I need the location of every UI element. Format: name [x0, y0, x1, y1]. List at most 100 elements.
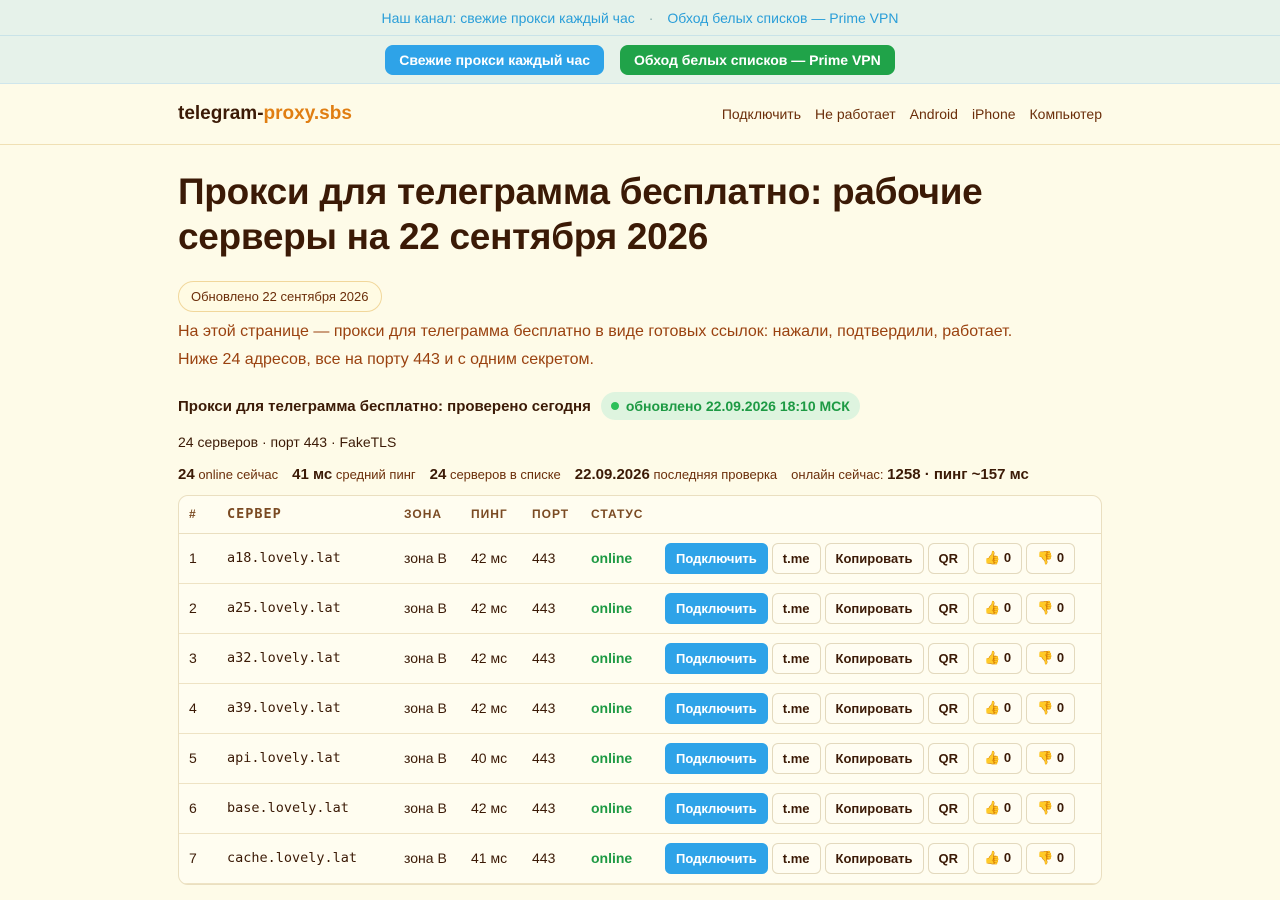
- status-badge-text: обновлено 22.09.2026 18:10 МСК: [625, 398, 850, 414]
- server-ping: 42 мс: [471, 633, 532, 684]
- tme-link-button[interactable]: t.me: [771, 692, 821, 724]
- server-zone: зона B: [404, 633, 471, 684]
- row-actions: Подключить t.me Копировать QR 👍 0 👎 0: [665, 533, 1101, 584]
- server-host: cache.lovely.lat: [227, 833, 404, 884]
- qr-button[interactable]: QR: [927, 592, 970, 624]
- connect-button[interactable]: Подключить: [665, 542, 768, 574]
- thumbs-up-button[interactable]: 👍 0: [973, 542, 1023, 574]
- server-status: online: [591, 783, 665, 834]
- server-ping: 40 мс: [471, 733, 532, 784]
- copy-button[interactable]: Копировать: [824, 642, 924, 674]
- connect-button[interactable]: Подключить: [665, 742, 768, 774]
- table-row: 3 a32.lovely.lat зона B 42 мс 443 online Подкл…: [179, 633, 1101, 684]
- status-dot-icon: [610, 402, 619, 410]
- table-row: 6 base.lovely.lat зона B 42 мс 443 online Подк…: [179, 783, 1101, 834]
- col-server: СЕРВЕР: [227, 496, 404, 534]
- tme-link-button[interactable]: t.me: [771, 842, 821, 874]
- servers-table: # СЕРВЕР ЗОНА ПИНГ ПОРТ СТАТУС 1 a18.love…: [178, 495, 1102, 885]
- site-header: telegram-proxy.sbs Подключить Не работае…: [0, 84, 1280, 145]
- server-host: a25.lovely.lat: [227, 583, 404, 634]
- row-actions: Подключить t.me Копировать QR 👍 0 👎 0: [665, 833, 1101, 884]
- tme-link-button[interactable]: t.me: [771, 542, 821, 574]
- qr-button[interactable]: QR: [927, 542, 970, 574]
- thumbs-up-button[interactable]: 👍 0: [973, 742, 1023, 774]
- nav-computer[interactable]: Компьютер: [1030, 106, 1102, 122]
- main-content: Прокси для телеграмма бесплатно: рабочие…: [178, 169, 1102, 885]
- thumbs-up-button[interactable]: 👍 0: [973, 792, 1023, 824]
- col-zone: ЗОНА: [404, 496, 471, 534]
- row-number: 3: [179, 633, 227, 684]
- tme-link-button[interactable]: t.me: [771, 592, 821, 624]
- thumbs-up-button[interactable]: 👍 0: [973, 642, 1023, 674]
- channel-link[interactable]: Наш канал: свежие прокси каждый час: [382, 10, 635, 26]
- nav-iphone[interactable]: iPhone: [972, 106, 1016, 122]
- server-zone: зона B: [404, 783, 471, 834]
- copy-button[interactable]: Копировать: [824, 842, 924, 874]
- server-zone: зона B: [404, 583, 471, 634]
- copy-button[interactable]: Копировать: [824, 542, 924, 574]
- thumbs-up-button[interactable]: 👍 0: [973, 592, 1023, 624]
- connect-button[interactable]: Подключить: [665, 642, 768, 674]
- server-status: online: [591, 833, 665, 884]
- intro-line-2: Ниже 24 адресов, все на порту 443 и с од…: [178, 351, 594, 368]
- server-port: 443: [532, 633, 591, 684]
- connect-button[interactable]: Подключить: [665, 792, 768, 824]
- server-host: a18.lovely.lat: [227, 533, 404, 584]
- stat-servers: 24 серверов в списке: [429, 466, 561, 483]
- row-number: 6: [179, 783, 227, 834]
- table-row: 7 cache.lovely.lat зона B 41 мс 443 online Под…: [179, 833, 1101, 884]
- thumbs-down-button[interactable]: 👎 0: [1026, 642, 1076, 674]
- qr-button[interactable]: QR: [927, 842, 970, 874]
- separator: ·: [648, 9, 654, 26]
- row-actions: Подключить t.me Копировать QR 👍 0 👎 0: [665, 733, 1101, 784]
- thumbs-down-button[interactable]: 👎 0: [1026, 792, 1076, 824]
- nav-not-working[interactable]: Не работает: [815, 106, 896, 122]
- qr-button[interactable]: QR: [927, 742, 970, 774]
- thumbs-up-button[interactable]: 👍 0: [973, 692, 1023, 724]
- logo-main: telegram-: [178, 103, 264, 124]
- tme-link-button[interactable]: t.me: [771, 792, 821, 824]
- stat-last-check: 22.09.2026 последняя проверка: [574, 466, 778, 483]
- thumbs-down-button[interactable]: 👎 0: [1026, 842, 1076, 874]
- tme-link-button[interactable]: t.me: [771, 642, 821, 674]
- nav-connect[interactable]: Подключить: [722, 106, 801, 122]
- copy-button[interactable]: Копировать: [824, 742, 924, 774]
- col-actions: [665, 496, 1101, 534]
- server-ping: 42 мс: [471, 783, 532, 834]
- col-port: ПОРТ: [532, 496, 591, 534]
- copy-button[interactable]: Копировать: [824, 792, 924, 824]
- row-actions: Подключить t.me Копировать QR 👍 0 👎 0: [665, 633, 1101, 684]
- site-logo[interactable]: telegram-proxy.sbs: [178, 103, 352, 125]
- thumbs-up-button[interactable]: 👍 0: [973, 842, 1023, 874]
- nav-android[interactable]: Android: [910, 106, 958, 122]
- section-title: Прокси для телеграмма бесплатно: провере…: [178, 397, 591, 415]
- thumbs-down-button[interactable]: 👎 0: [1026, 692, 1076, 724]
- table-row: 1 a18.lovely.lat зона B 42 мс 443 online Подкл…: [179, 533, 1101, 584]
- server-port: 443: [532, 783, 591, 834]
- connect-button[interactable]: Подключить: [665, 842, 768, 874]
- fresh-proxies-button[interactable]: Свежие прокси каждый час: [385, 44, 605, 75]
- qr-button[interactable]: QR: [927, 792, 970, 824]
- qr-button[interactable]: QR: [927, 642, 970, 674]
- server-ping: 41 мс: [471, 833, 532, 884]
- tme-link-button[interactable]: t.me: [771, 742, 821, 774]
- thumbs-down-button[interactable]: 👎 0: [1026, 592, 1076, 624]
- server-host: a32.lovely.lat: [227, 633, 404, 684]
- connect-button[interactable]: Подключить: [665, 592, 768, 624]
- prime-vpn-button[interactable]: Обход белых списков — Prime VPN: [620, 44, 895, 75]
- copy-button[interactable]: Копировать: [824, 592, 924, 624]
- server-status: online: [591, 583, 665, 634]
- logo-accent: proxy.sbs: [263, 103, 352, 124]
- thumbs-down-button[interactable]: 👎 0: [1026, 542, 1076, 574]
- thumbs-down-button[interactable]: 👎 0: [1026, 742, 1076, 774]
- copy-button[interactable]: Копировать: [824, 692, 924, 724]
- server-host: api.lovely.lat: [227, 733, 404, 784]
- row-actions: Подключить t.me Копировать QR 👍 0 👎 0: [665, 683, 1101, 734]
- server-port: 443: [532, 833, 591, 884]
- col-number: #: [179, 496, 227, 534]
- qr-button[interactable]: QR: [927, 692, 970, 724]
- connect-button[interactable]: Подключить: [665, 692, 768, 724]
- col-status: СТАТУС: [591, 496, 665, 534]
- prime-vpn-link[interactable]: Обход белых списков — Prime VPN: [667, 10, 898, 26]
- server-port: 443: [532, 583, 591, 634]
